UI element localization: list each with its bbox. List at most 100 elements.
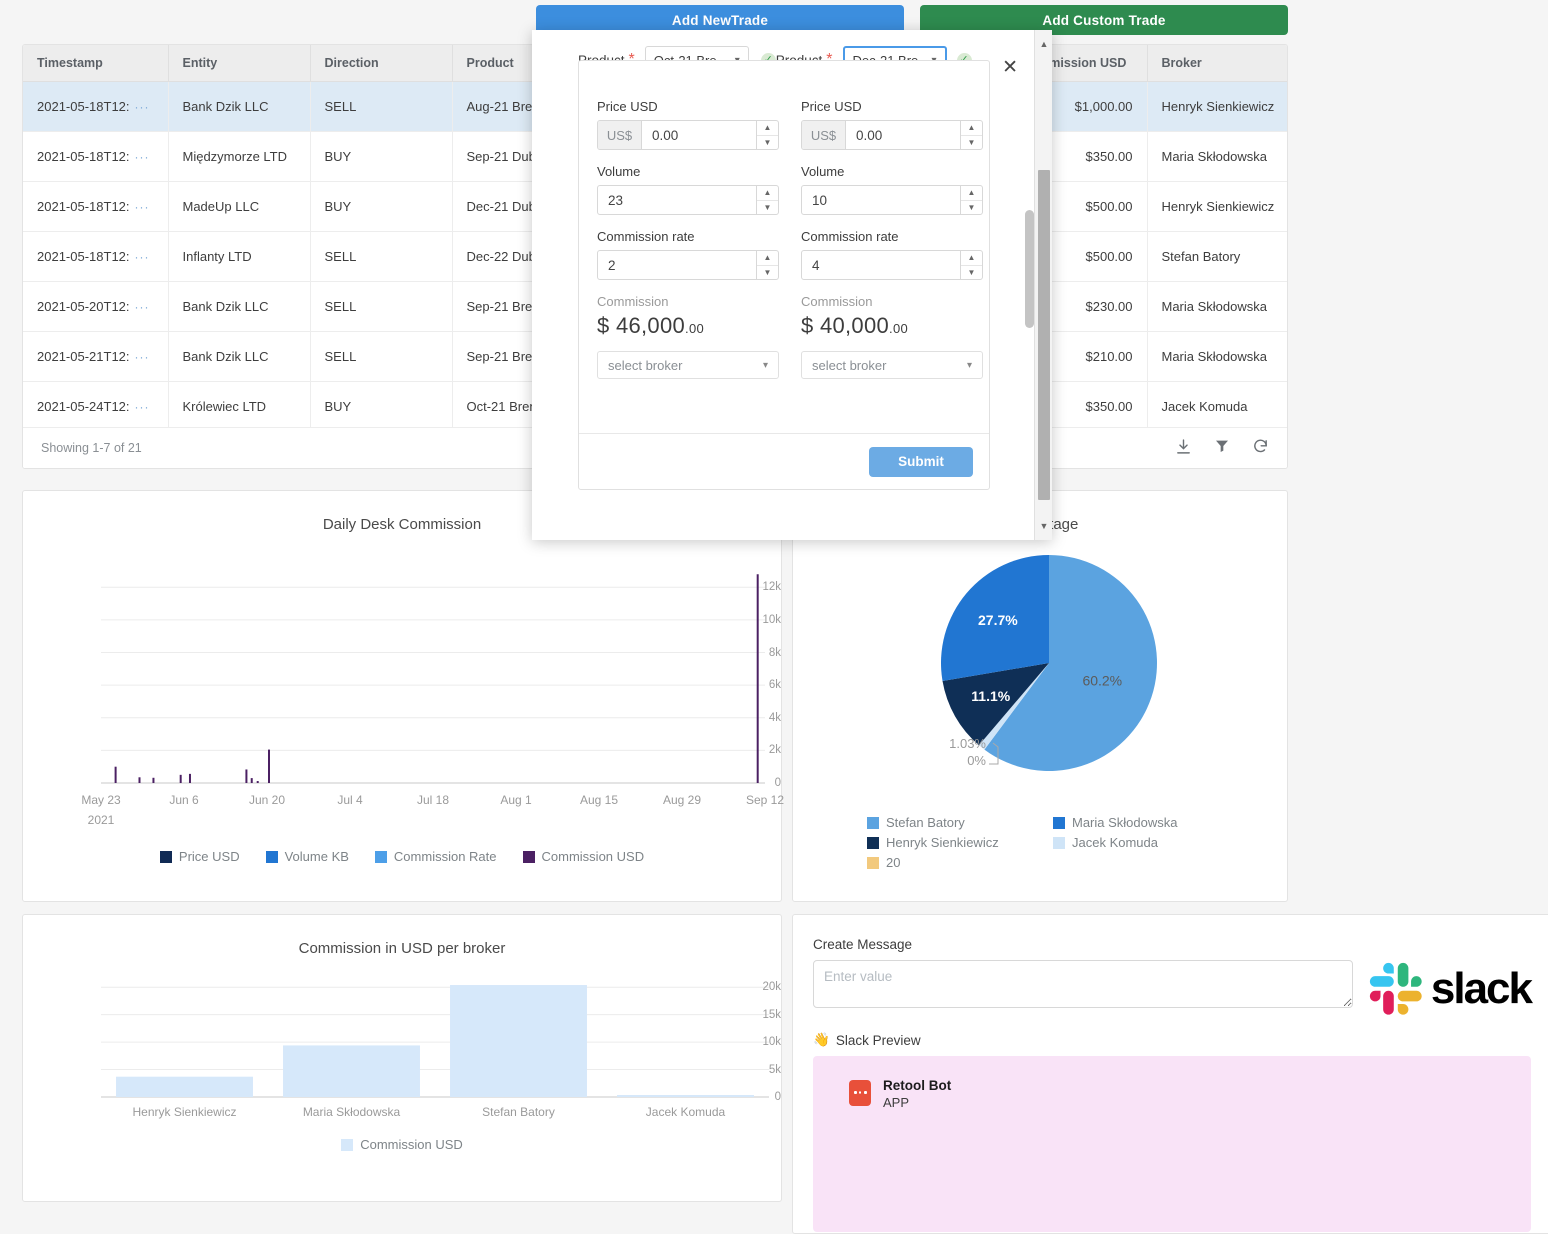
legend-swatch	[1053, 816, 1065, 829]
stepper-up-icon[interactable]: ▲	[961, 251, 982, 266]
commission-rate-field-left[interactable]: ▲ ▼	[597, 250, 779, 280]
cell-broker: Maria Skłodowska	[1147, 281, 1287, 332]
row-overflow-icon[interactable]: ···	[135, 250, 150, 264]
legend-label: Price USD	[178, 849, 240, 864]
cell-timestamp: 2021-05-18T12: ···	[23, 131, 169, 182]
column-header-direction[interactable]: Direction	[310, 45, 453, 82]
price-usd-label-left: Price USD	[597, 99, 658, 114]
column-header-entity[interactable]: Entity	[168, 45, 311, 82]
add-trade-modal: Product * Oct-21 Bre... ▾ ✓ Product * De…	[532, 30, 1052, 540]
row-overflow-icon[interactable]: ···	[135, 150, 150, 164]
column-header-broker[interactable]: Broker	[1147, 45, 1287, 82]
legend-item[interactable]: Price USD	[159, 849, 240, 864]
x-axis-tick-label: Aug 29	[662, 793, 702, 807]
commission-label-left: Commission	[597, 294, 669, 309]
cell-entity: MadeUp LLC	[168, 181, 311, 232]
scroll-down-icon[interactable]: ▼	[1035, 518, 1053, 534]
volume-input-left[interactable]	[598, 186, 756, 214]
stepper-down-icon[interactable]: ▼	[757, 201, 778, 214]
price-stepper-left[interactable]: ▲ ▼	[756, 121, 778, 149]
price-usd-label-right: Price USD	[801, 99, 862, 114]
legend-item[interactable]: Maria Skłodowska	[1053, 815, 1213, 830]
legend-label: Volume KB	[284, 849, 349, 864]
commission-value-left: $ 46,000.00	[597, 313, 779, 339]
commission-rate-stepper-left[interactable]: ▲ ▼	[756, 251, 778, 279]
volume-input-right[interactable]	[802, 186, 960, 214]
form-scrollbar[interactable]	[1025, 60, 1034, 490]
legend-item[interactable]: Commission USD	[341, 1137, 463, 1152]
price-usd-input-left[interactable]	[642, 121, 756, 149]
modal-scrollbar[interactable]: ▲ ▼	[1034, 30, 1052, 540]
commission-rate-stepper-right[interactable]: ▲ ▼	[960, 251, 982, 279]
trade-form-column-right: Price USD US$ ▲ ▼ Volume ▲	[801, 99, 983, 379]
stepper-up-icon[interactable]: ▲	[757, 186, 778, 201]
volume-field-left[interactable]: ▲ ▼	[597, 185, 779, 215]
commission-cents-left: .00	[685, 321, 705, 336]
price-usd-input-right[interactable]	[846, 121, 960, 149]
x-axis-tick-label: Jun 6	[169, 793, 199, 807]
refresh-icon[interactable]	[1252, 438, 1269, 459]
legend-item[interactable]: Henryk Sienkiewicz	[867, 835, 1027, 850]
volume-stepper-right[interactable]: ▲ ▼	[960, 186, 982, 214]
row-overflow-icon[interactable]: ···	[135, 400, 150, 414]
bar[interactable]	[283, 1045, 420, 1097]
stepper-up-icon[interactable]: ▲	[961, 121, 982, 136]
broker-select-left-value: select broker	[608, 357, 683, 373]
stepper-down-icon[interactable]: ▼	[961, 201, 982, 214]
volume-field-right[interactable]: ▲ ▼	[801, 185, 983, 215]
filter-icon[interactable]	[1214, 438, 1230, 458]
legend-item[interactable]: Stefan Batory	[867, 815, 1027, 830]
volume-label-left: Volume	[597, 164, 641, 179]
bar[interactable]	[450, 985, 587, 1097]
line-chart-plot: 0 2k 4k 6k 8k 10k 12k May 23 Jun 6 Jun 20 Jul 4 Jul…	[23, 543, 784, 843]
bar[interactable]	[116, 1076, 253, 1097]
stepper-down-icon[interactable]: ▼	[757, 136, 778, 149]
row-overflow-icon[interactable]: ···	[135, 200, 150, 214]
currency-prefix-right: US$	[802, 121, 846, 149]
stepper-down-icon[interactable]: ▼	[961, 266, 982, 279]
legend-swatch	[867, 816, 879, 829]
price-usd-field-left[interactable]: US$ ▲ ▼	[597, 120, 779, 150]
broker-select-left[interactable]: select broker ▾	[597, 351, 779, 379]
slack-preview-box: Retool Bot APP	[813, 1056, 1531, 1232]
legend-swatch	[522, 850, 535, 863]
download-icon[interactable]	[1175, 438, 1192, 459]
row-overflow-icon[interactable]: ···	[135, 300, 150, 314]
commission-rate-input-left[interactable]	[598, 251, 756, 279]
commission-rate-input-right[interactable]	[802, 251, 960, 279]
row-overflow-icon[interactable]: ···	[135, 100, 150, 114]
stepper-up-icon[interactable]: ▲	[961, 186, 982, 201]
cell-timestamp: 2021-05-20T12: ···	[23, 281, 169, 332]
price-stepper-right[interactable]: ▲ ▼	[960, 121, 982, 149]
commission-rate-field-right[interactable]: ▲ ▼	[801, 250, 983, 280]
legend-item[interactable]: Jacek Komuda	[1053, 835, 1213, 850]
submit-button[interactable]: Submit	[869, 446, 973, 477]
column-header-timestamp[interactable]: Timestamp	[23, 45, 169, 82]
cell-timestamp: 2021-05-24T12: ···	[23, 381, 169, 432]
modal-scrollbar-thumb[interactable]	[1038, 170, 1050, 500]
pie-chart-plot: 60.2% 11.1% 27.7% 1.03% 0%	[793, 533, 1287, 813]
legend-item[interactable]: Volume KB	[265, 849, 349, 864]
slack-message-input[interactable]	[813, 960, 1353, 1008]
broker-select-right[interactable]: select broker ▾	[801, 351, 983, 379]
row-overflow-icon[interactable]: ···	[135, 350, 150, 364]
legend-item[interactable]: Commission Rate	[374, 849, 497, 864]
legend-item[interactable]: 20	[867, 855, 1027, 870]
scroll-up-icon[interactable]: ▲	[1035, 36, 1053, 52]
y-axis-tick-label: 0	[774, 777, 781, 789]
form-scrollbar-thumb[interactable]	[1025, 210, 1034, 328]
stepper-up-icon[interactable]: ▲	[757, 251, 778, 266]
bar-chart-plot: 0 5k 10k 15k 20k Henryk Sienkiewicz Maria Skło…	[23, 971, 781, 1131]
legend-item[interactable]: Commission USD	[522, 849, 644, 864]
stepper-down-icon[interactable]: ▼	[961, 136, 982, 149]
legend-swatch	[265, 850, 278, 863]
commission-amount-right: $ 40,000	[801, 313, 890, 338]
stepper-up-icon[interactable]: ▲	[757, 121, 778, 136]
close-modal-button[interactable]: ✕	[1002, 58, 1018, 77]
cell-entity: Królewiec LTD	[168, 381, 311, 432]
stepper-down-icon[interactable]: ▼	[757, 266, 778, 279]
volume-stepper-left[interactable]: ▲ ▼	[756, 186, 778, 214]
price-usd-field-right[interactable]: US$ ▲ ▼	[801, 120, 983, 150]
cell-direction: SELL	[310, 231, 453, 282]
modal-footer: Submit	[579, 433, 989, 489]
